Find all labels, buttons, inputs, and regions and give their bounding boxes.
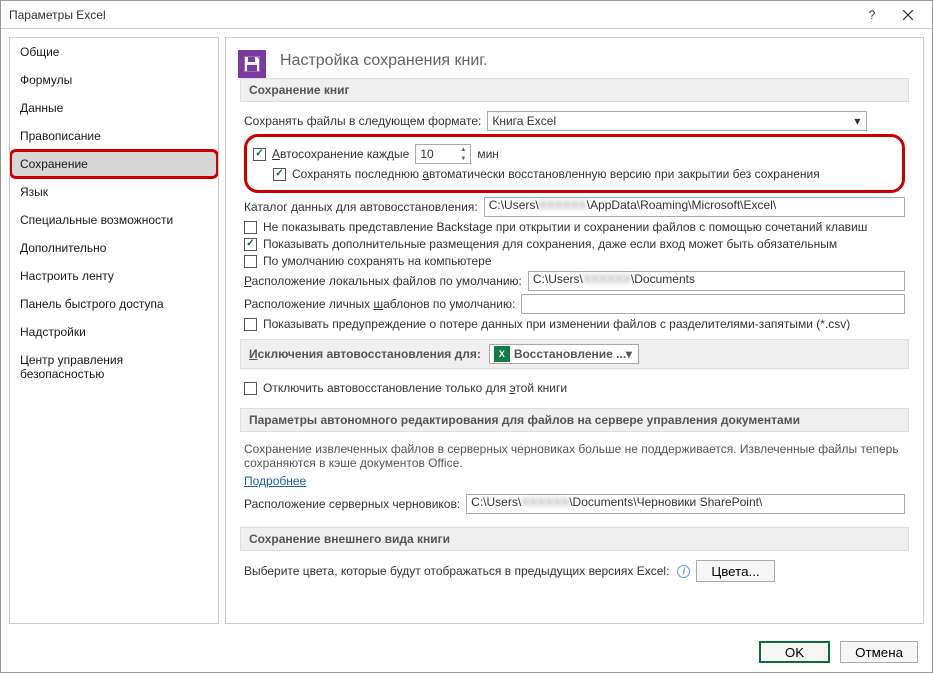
group-offline-header: Параметры автономного редактирования для…	[240, 408, 909, 432]
colors-label: Выберите цвета, которые будут отображать…	[244, 564, 669, 578]
templates-path-field[interactable]	[521, 294, 905, 314]
autosave-label: Автосохранение каждые	[272, 147, 409, 161]
page-title: Настройка сохранения книг.	[280, 52, 909, 70]
sidebar-item-accessibility[interactable]: Специальные возможности	[10, 206, 218, 234]
chevron-down-icon: ▾	[622, 347, 636, 361]
show-additional-checkbox[interactable]	[244, 238, 257, 251]
group-save-books: Сохранять файлы в следующем формате: Кни…	[240, 102, 909, 336]
no-backstage-checkbox[interactable]	[244, 221, 257, 234]
drafts-label: Расположение серверных черновиков:	[244, 497, 460, 511]
excel-file-icon: X	[494, 346, 510, 362]
offline-note: Сохранение извлеченных файлов в серверны…	[244, 442, 905, 470]
info-icon[interactable]: i	[677, 565, 690, 578]
csv-warning-label: Показывать предупреждение о потере данны…	[263, 317, 850, 331]
autosave-checkbox[interactable]	[253, 148, 266, 161]
exceptions-combo-value: Восстановление ...	[514, 347, 626, 361]
sidebar-item-general[interactable]: Общие	[10, 38, 218, 66]
spinner-up-icon[interactable]: ▲	[457, 145, 469, 154]
keep-last-label: Сохранять последнюю автоматически восста…	[292, 167, 820, 181]
drafts-path-field[interactable]: C:\Users\XXXXXX\Documents\Черновики Shar…	[466, 494, 905, 514]
colors-button[interactable]: Цвета...	[696, 560, 774, 582]
autorecover-path-label: Каталог данных для автовосстановления:	[244, 200, 478, 214]
autosave-minutes-spinner[interactable]: 10 ▲▼	[415, 144, 471, 164]
options-dialog: Параметры Excel ? Общие Формулы Данные П…	[0, 0, 933, 673]
cancel-button[interactable]: Отмена	[840, 641, 918, 663]
close-button[interactable]	[890, 4, 926, 26]
category-sidebar: Общие Формулы Данные Правописание Сохран…	[9, 37, 219, 624]
spinner-down-icon[interactable]: ▼	[457, 154, 469, 163]
disable-autorecover-label: Отключить автовосстановление только для …	[263, 381, 567, 395]
disable-autorecover-checkbox[interactable]	[244, 382, 257, 395]
autosave-minutes-value: 10	[420, 147, 433, 161]
window-title: Параметры Excel	[9, 8, 854, 22]
sidebar-item-advanced[interactable]: Дополнительно	[10, 234, 218, 262]
group-appearance-header: Сохранение внешнего вида книги	[240, 527, 909, 551]
help-button[interactable]: ?	[854, 4, 890, 26]
keep-last-checkbox[interactable]	[273, 168, 286, 181]
close-icon	[903, 10, 913, 20]
sidebar-item-save[interactable]: Сохранение	[10, 150, 218, 178]
sidebar-item-addins[interactable]: Надстройки	[10, 318, 218, 346]
learn-more-link[interactable]: Подробнее	[244, 474, 306, 488]
sidebar-item-trust[interactable]: Центр управления безопасностью	[10, 346, 218, 388]
sidebar-item-qat[interactable]: Панель быстрого доступа	[10, 290, 218, 318]
sidebar-item-data[interactable]: Данные	[10, 94, 218, 122]
titlebar: Параметры Excel ?	[1, 1, 932, 29]
local-path-field[interactable]: C:\Users\XXXXXX\Documents	[528, 271, 905, 291]
format-combo[interactable]: Книга Excel ▾	[487, 111, 867, 131]
local-path-label: Расположение локальных файлов по умолчан…	[244, 274, 522, 288]
sidebar-item-proofing[interactable]: Правописание	[10, 122, 218, 150]
dialog-footer: OK Отмена	[1, 632, 932, 672]
templates-path-label: Расположение личных шаблонов по умолчани…	[244, 297, 515, 311]
autorecover-path-field[interactable]: C:\Users\XXXXXX\AppData\Roaming\Microsof…	[484, 197, 905, 217]
autosave-highlight: Автосохранение каждые 10 ▲▼ мин Сохранят…	[244, 134, 905, 193]
save-to-computer-label: По умолчанию сохранять на компьютере	[263, 254, 492, 268]
exceptions-title: Исключения автовосстановления для:	[249, 347, 481, 361]
show-additional-label: Показывать дополнительные размещения для…	[263, 237, 837, 251]
autosave-unit: мин	[477, 147, 499, 161]
ok-button[interactable]: OK	[759, 641, 830, 663]
save-to-computer-checkbox[interactable]	[244, 255, 257, 268]
group-autorecover-exceptions-header: Исключения автовосстановления для: X Вос…	[240, 339, 909, 369]
exceptions-combo[interactable]: X Восстановление ... ▾	[489, 344, 639, 364]
sidebar-item-language[interactable]: Язык	[10, 178, 218, 206]
content-pane: Настройка сохранения книг. Сохранение кн…	[225, 37, 924, 624]
sidebar-item-formulas[interactable]: Формулы	[10, 66, 218, 94]
format-label: Сохранять файлы в следующем формате:	[244, 114, 481, 128]
dialog-body: Общие Формулы Данные Правописание Сохран…	[1, 29, 932, 632]
csv-warning-checkbox[interactable]	[244, 318, 257, 331]
no-backstage-label: Не показывать представление Backstage пр…	[263, 220, 867, 234]
sidebar-item-ribbon[interactable]: Настроить ленту	[10, 262, 218, 290]
format-combo-value: Книга Excel	[492, 114, 556, 128]
chevron-down-icon: ▾	[850, 114, 864, 128]
group-save-books-header: Сохранение книг	[240, 78, 909, 102]
save-page-icon	[238, 50, 266, 78]
